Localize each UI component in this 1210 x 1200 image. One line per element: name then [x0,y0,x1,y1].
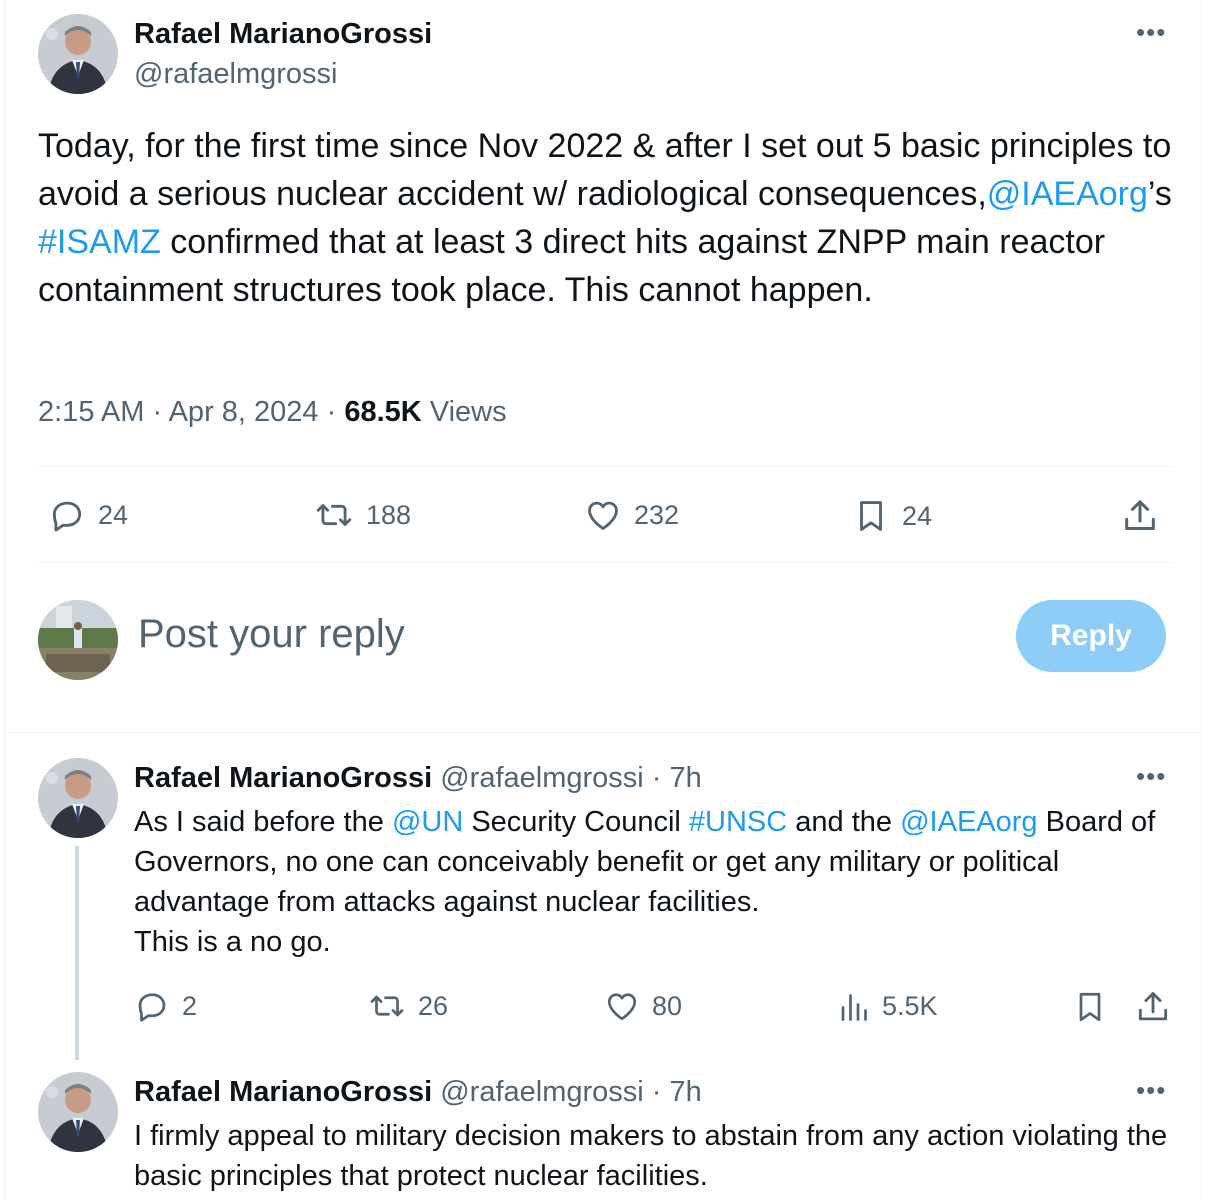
reply-author-avatar[interactable] [38,758,118,838]
like-count: 232 [634,499,680,530]
hashtag-link[interactable]: #UNSC [689,806,787,838]
bookmark-count: 24 [902,500,933,531]
repost-count: 26 [418,990,449,1021]
bookmark-icon [852,496,890,536]
more-icon[interactable]: ••• [1136,763,1166,789]
more-icon[interactable]: ••• [1136,19,1166,45]
share-button[interactable] [1134,988,1172,1026]
heart-icon [604,988,640,1024]
views-icon [840,988,870,1024]
divider [38,562,1172,563]
repost-button[interactable]: 26 [368,988,448,1024]
divider [38,466,1172,467]
reply-text: I firmly appeal to military decision mak… [134,1120,1168,1192]
tweet-time[interactable]: 2:15 AM [38,396,144,428]
reply-submit-button[interactable]: Reply [1016,600,1166,672]
hashtag-link[interactable]: #ISAMZ [38,223,161,261]
reply-icon [134,988,170,1024]
bookmark-button[interactable]: 24 [852,496,932,536]
reply-time[interactable]: · 7h [652,1076,702,1108]
heart-icon [584,496,622,534]
bookmark-button[interactable] [1072,988,1108,1026]
reply-text: As I said before the @UN Security Counci… [134,806,1156,958]
reply-author-handle[interactable]: @rafaelmgrossi [440,1076,644,1108]
author-avatar[interactable] [38,14,118,94]
divider [4,732,1202,733]
tweet-text: Today, for the first time since Nov 2022… [38,127,1172,309]
reply-header: Rafael MarianoGrossi @rafaelmgrossi · 7h [134,762,702,795]
reply-input[interactable]: Post your reply [138,612,405,657]
author-handle[interactable]: @rafaelmgrossi [134,58,338,91]
reply-button[interactable]: 2 [134,988,197,1024]
like-button[interactable]: 232 [584,496,679,534]
reply-author-name[interactable]: Rafael MarianoGrossi [134,1076,432,1108]
repost-icon [314,496,354,534]
reply-author-handle[interactable]: @rafaelmgrossi [440,762,644,794]
reply-icon [48,496,86,534]
tweet-date[interactable]: Apr 8, 2024 [169,396,319,428]
more-icon[interactable]: ••• [1136,1077,1166,1103]
reply-author-name[interactable]: Rafael MarianoGrossi [134,762,432,794]
reply-header: Rafael MarianoGrossi @rafaelmgrossi · 7h [134,1076,702,1109]
thread-line [75,846,79,1060]
user-avatar[interactable] [38,600,118,680]
bookmark-icon [1072,988,1108,1026]
repost-icon [368,988,406,1024]
share-button[interactable] [1120,496,1160,536]
author-name[interactable]: Rafael MarianoGrossi [134,18,432,51]
views-count: 68.5K [344,396,422,428]
reply-count: 2 [182,990,198,1021]
repost-count: 188 [366,499,412,530]
share-icon [1120,496,1160,536]
views-label: Views [429,396,507,428]
reply-author-avatar[interactable] [38,1072,118,1152]
reply-time[interactable]: · 7h [652,762,702,794]
mention-link[interactable]: @UN [392,806,463,838]
share-icon [1134,988,1172,1026]
mention-link[interactable]: @IAEAorg [900,806,1037,838]
reply-count: 24 [98,499,129,530]
like-button[interactable]: 80 [604,988,682,1024]
tweet-meta: 2:15 AM · Apr 8, 2024 · 68.5K Views [38,396,507,428]
repost-button[interactable]: 188 [314,496,411,534]
like-count: 80 [652,990,683,1021]
reply-button[interactable]: 24 [48,496,128,534]
views-count: 5.5K [882,990,938,1021]
views-button[interactable]: 5.5K [840,988,938,1024]
mention-link[interactable]: @IAEAorg [987,175,1148,213]
